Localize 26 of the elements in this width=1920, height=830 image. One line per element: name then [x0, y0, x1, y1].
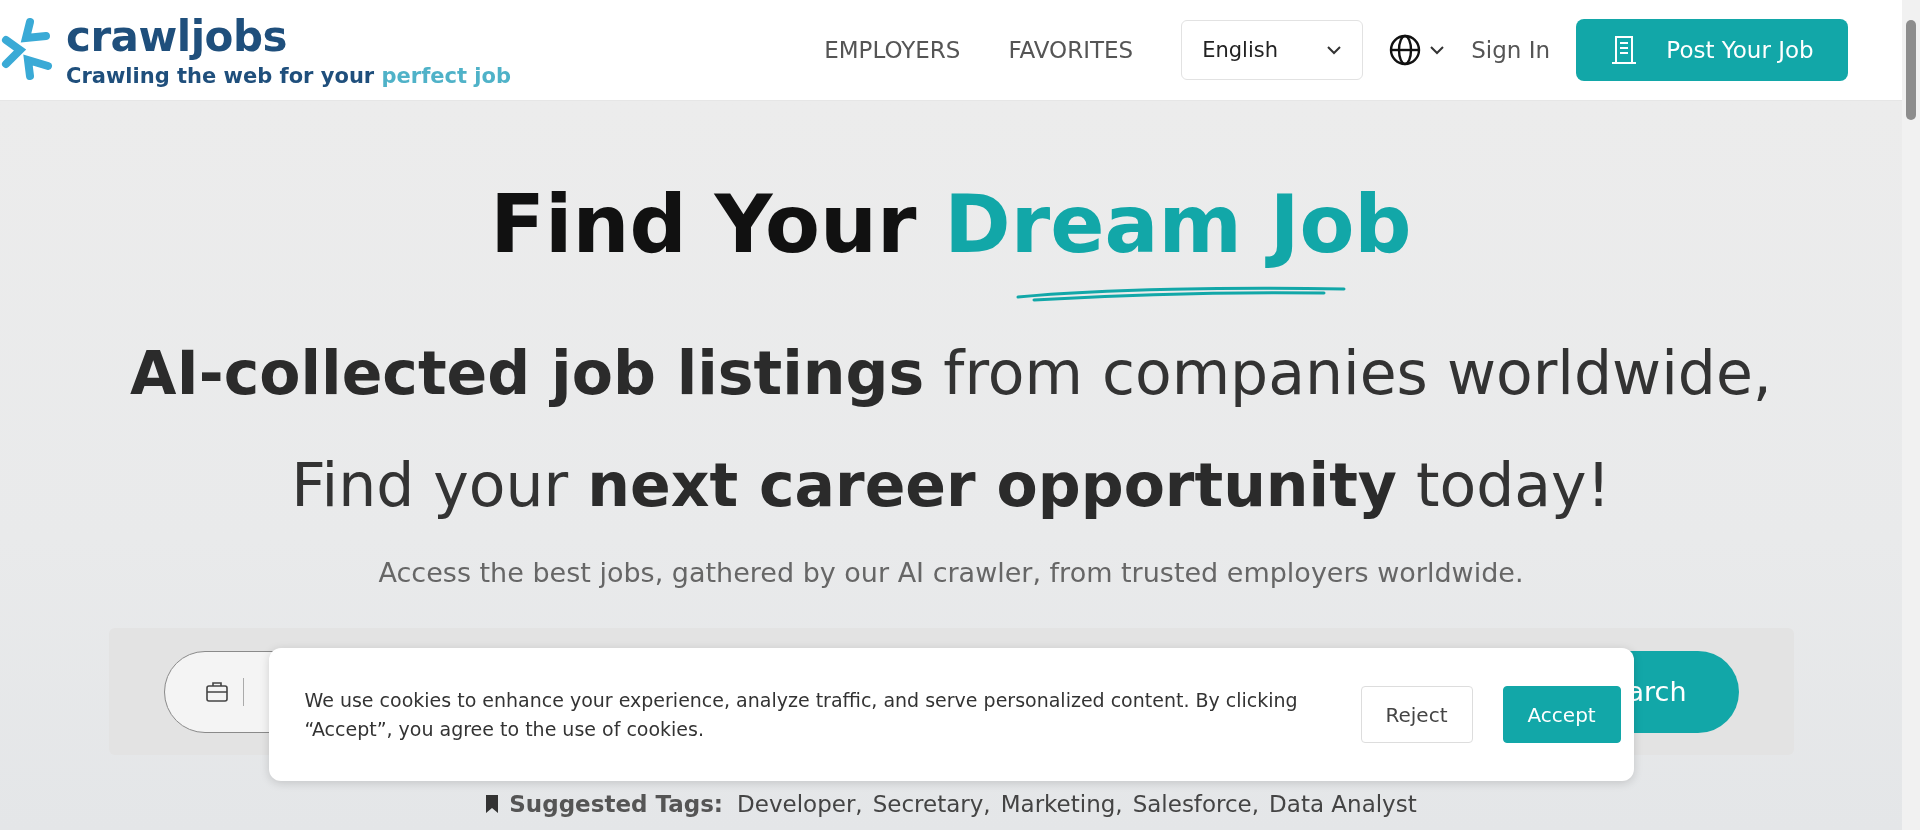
- tag-link[interactable]: Marketing,: [1000, 791, 1123, 817]
- globe-icon: [1389, 34, 1422, 66]
- tagline: Crawling the web for your perfect job: [66, 64, 511, 88]
- tag-link[interactable]: Salesforce,: [1132, 791, 1260, 817]
- chevron-down-icon: [1429, 45, 1446, 55]
- nav-link[interactable]: FAVORITES: [1008, 37, 1134, 63]
- nav-link[interactable]: EMPLOYERS: [824, 37, 961, 63]
- briefcase-icon: [204, 680, 229, 703]
- hero-title: Find Your Dream Job: [490, 181, 1412, 269]
- bookmark-icon: [485, 794, 500, 814]
- reject-button[interactable]: Reject: [1360, 686, 1473, 743]
- cookie-text: We use cookies to enhance your experience, analyze traffic, and serve personalized content. By clicking “Accept”, you agree to the use of cookies.: [304, 688, 1299, 742]
- brand-name[interactable]: crawljobs: [66, 14, 511, 60]
- language-select[interactable]: English: [1181, 20, 1364, 80]
- building-icon: [1610, 35, 1639, 65]
- scrollbar[interactable]: [1902, 0, 1920, 830]
- tag-link[interactable]: Secretary,: [872, 791, 991, 817]
- sign-in-link[interactable]: Sign In: [1471, 37, 1550, 63]
- tag-link[interactable]: Developer,: [737, 791, 863, 817]
- hero-subtitle: Find your next career opportunity today!: [291, 449, 1611, 521]
- language-menu[interactable]: [1389, 34, 1446, 66]
- chevron-down-icon: [1326, 45, 1343, 55]
- hero-subtitle: AI-collected job listings from companies worldwide,: [130, 337, 1772, 409]
- tags-label: Suggested Tags:: [509, 791, 724, 817]
- hero-description: Access the best jobs, gathered by our AI crawler, from trusted employers worldwide.: [378, 557, 1524, 588]
- tag-link[interactable]: Data Analyst: [1269, 791, 1417, 817]
